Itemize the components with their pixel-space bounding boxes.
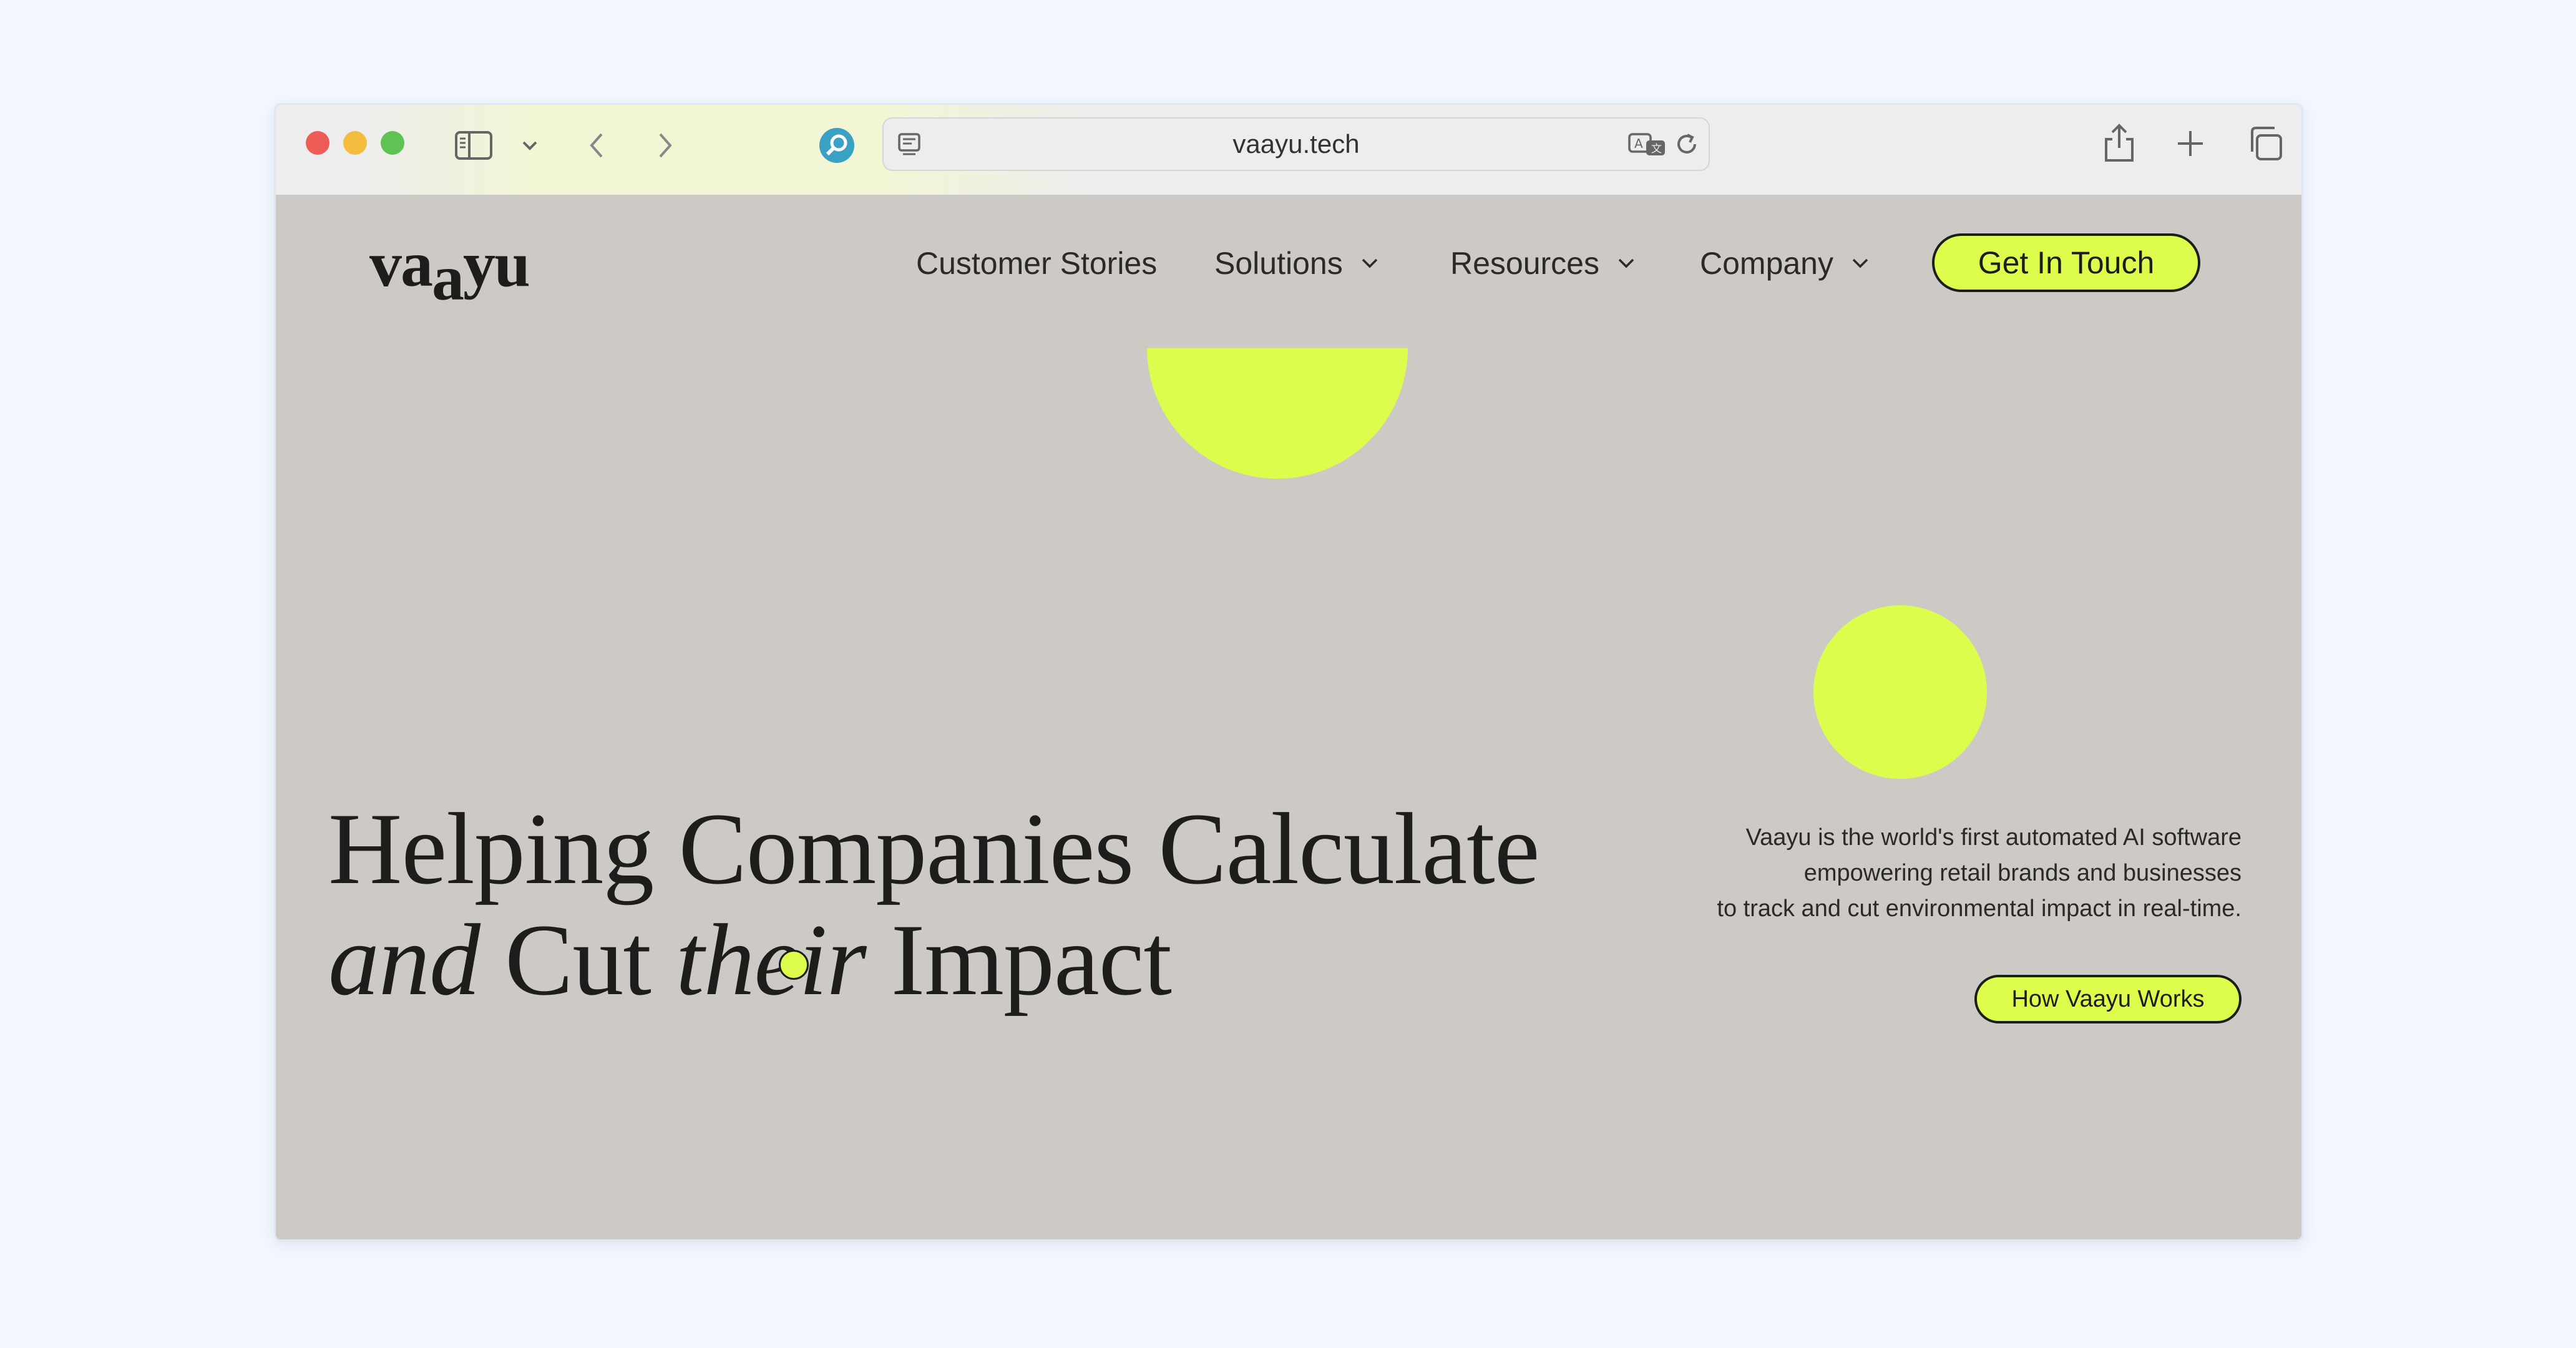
- nav-label: Solutions: [1214, 246, 1343, 281]
- description-line: Vaayu is the world's first automated AI …: [1745, 824, 2242, 851]
- svg-text:A: A: [1634, 136, 1643, 151]
- headline-line-2: and Cut their Impact: [328, 904, 1172, 1017]
- svg-text:文: 文: [1651, 143, 1662, 155]
- decorative-circle: [1813, 605, 1987, 779]
- browser-window: vaayu.tech A文 vaayu Customer Stories Sol…: [276, 105, 2301, 1239]
- get-in-touch-button[interactable]: Get In Touch: [1932, 233, 2200, 292]
- url-text: vaayu.tech: [1232, 129, 1360, 159]
- headline-line-1: Helping Companies Calculate: [328, 793, 1540, 906]
- back-icon[interactable]: [584, 130, 609, 161]
- forward-icon[interactable]: [653, 130, 678, 161]
- site-logo[interactable]: vaayu: [369, 232, 530, 311]
- webpage: vaayu Customer Stories Solutions Resourc…: [276, 196, 2301, 1239]
- nav-label: Customer Stories: [916, 246, 1158, 281]
- nav-label: Resources: [1450, 246, 1599, 281]
- maximize-window-button[interactable]: [381, 131, 404, 155]
- description-line: empowering retail brands and businesses: [1803, 860, 2242, 886]
- nav-solutions[interactable]: Solutions: [1214, 245, 1379, 282]
- description-line: to track and cut environmental impact in…: [1717, 896, 2242, 922]
- tabs-overview-icon[interactable]: [2247, 125, 2284, 162]
- chevron-down-icon: [1618, 258, 1634, 268]
- cursor-dot: [779, 950, 809, 980]
- minimize-window-button[interactable]: [343, 131, 367, 155]
- close-window-button[interactable]: [306, 131, 329, 155]
- translate-icon[interactable]: A文: [1627, 130, 1667, 159]
- address-bar[interactable]: vaayu.tech A文: [882, 117, 1710, 171]
- decorative-half-circle: [1147, 348, 1408, 479]
- chevron-down-icon: [1852, 258, 1868, 268]
- share-icon[interactable]: [2102, 122, 2137, 164]
- nav-resources[interactable]: Resources: [1450, 245, 1636, 282]
- hero-headline: Helping Companies Calculate and Cut thei…: [328, 793, 1540, 1017]
- sidebar-icon[interactable]: [454, 130, 493, 161]
- nav-label: Company: [1700, 246, 1833, 281]
- privacy-search-icon[interactable]: [817, 126, 856, 165]
- reload-icon[interactable]: [1672, 130, 1701, 159]
- nav-company[interactable]: Company: [1700, 245, 1870, 282]
- chevron-down-icon: [1362, 258, 1377, 268]
- browser-toolbar: vaayu.tech A文: [276, 105, 2301, 196]
- hero-description: Vaayu is the world's first automated AI …: [1617, 820, 2242, 927]
- chevron-down-icon[interactable]: [520, 136, 539, 155]
- how-vaayu-works-button[interactable]: How Vaayu Works: [1974, 975, 2242, 1023]
- nav-customer-stories[interactable]: Customer Stories: [916, 245, 1157, 282]
- new-tab-icon[interactable]: [2174, 127, 2207, 160]
